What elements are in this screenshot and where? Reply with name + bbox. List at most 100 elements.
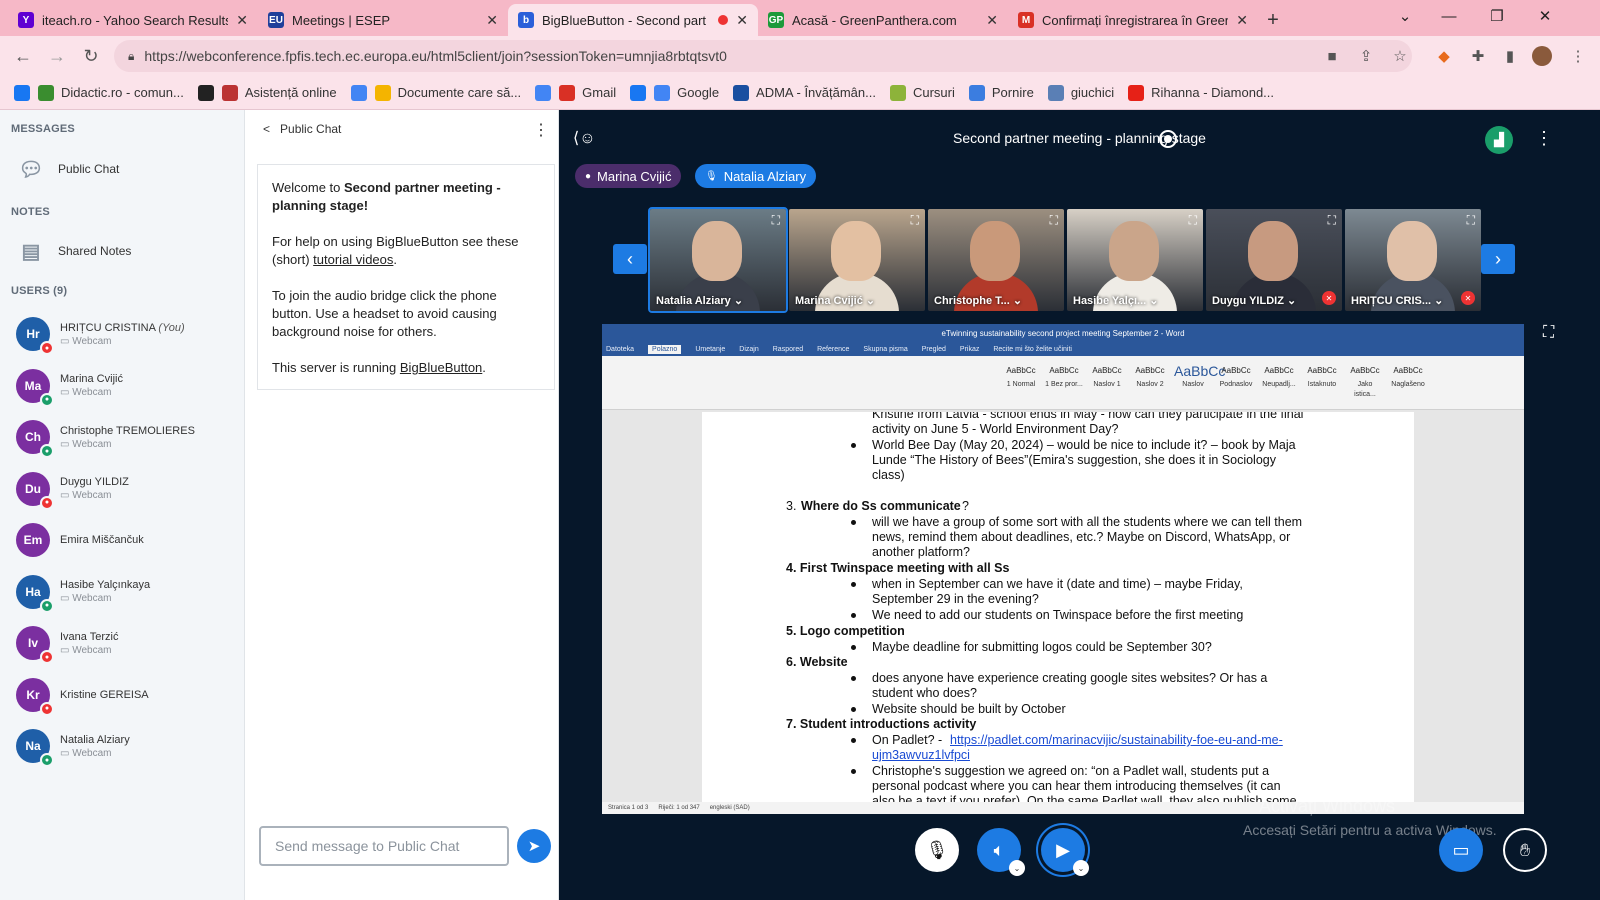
user-list-item[interactable]: Iv ● Ivana Terzić ▭ Webcam [16,621,241,665]
webcam-tile[interactable]: ⛶ Marina Cvijić ⌄ [789,209,925,311]
prev-cams-button[interactable]: ‹ [613,244,647,274]
tutorial-videos-link[interactable]: tutorial videos [313,252,393,267]
browser-tab[interactable]: EU Meetings | ESEP ✕ [258,4,508,36]
webcam-name-label[interactable]: Duygu YILDIZ ⌄ [1212,294,1296,307]
word-ribbon-tab: Raspored [772,345,804,353]
expand-icon[interactable]: ⛶ [1467,213,1475,228]
fullscreen-icon[interactable]: ⛶ [1543,324,1554,342]
bookmark-item[interactable]: giuchici [1047,84,1114,101]
browser-tab[interactable]: b BigBlueButton - Second part ✕ [508,4,758,36]
browser-tab[interactable]: M Confirmați înregistrarea în Green ✕ [1008,4,1258,36]
webcam-name-label[interactable]: Christophe T... ⌄ [934,294,1022,307]
webcam-tile[interactable]: ⛶ HRIȚCU CRIS... ⌄ ✕ [1345,209,1481,311]
document-link[interactable]: ujm3awvuz1lvfpci [872,748,970,763]
expand-icon[interactable]: ⛶ [1050,213,1058,228]
raise-hand-button[interactable]: ✋︎ [1503,828,1547,872]
chat-header[interactable]: < Public Chat [263,122,341,136]
user-list-item[interactable]: Kr ● Kristine GEREISA [16,673,241,717]
camera-in-use-icon[interactable]: ■ [1320,44,1344,68]
audio-button[interactable]: 🔈︎ ⌄ [977,828,1025,876]
tab-search-icon[interactable]: ⌄ [1382,0,1428,32]
webcam-tile[interactable]: ⛶ Hasibe Yalçı... ⌄ [1067,209,1203,311]
presentation-button[interactable]: ▭ [1439,828,1483,872]
bookmark-item[interactable] [197,84,214,101]
webcam-tile[interactable]: ⛶ Duygu YILDIZ ⌄ ✕ [1206,209,1342,311]
webcam-name-label[interactable]: Natalia Alziary ⌄ [656,294,743,307]
close-tab-icon[interactable]: ✕ [1236,12,1248,29]
user-name: Hasibe Yalçınkaya [60,579,151,591]
bookmark-item[interactable]: Pornire [968,84,1034,101]
bookmark-item[interactable] [535,84,552,101]
bookmark-item[interactable] [630,84,647,101]
expand-icon[interactable]: ⛶ [772,213,780,228]
bookmark-item[interactable]: Asistență online [221,84,337,101]
bookmark-item[interactable]: Rihanna - Diamond... [1128,84,1274,101]
user-list-item[interactable]: Ch ● Christophe TREMOLIERES ▭ Webcam [16,415,241,459]
video-button[interactable]: ▶︎ ⌄ [1041,828,1089,876]
chevron-down-icon[interactable]: ⌄ [1073,860,1089,876]
chat-options-icon[interactable]: ⋮ [533,120,549,140]
recording-dot-icon [718,15,729,25]
bookmark-item[interactable]: Gmail [559,84,617,101]
bookmark-label: Gmail [582,85,617,100]
close-tab-icon[interactable]: ✕ [236,12,248,29]
document-link[interactable]: https://padlet.com/marinacvijic/sustaina… [950,733,1283,748]
user-list-item[interactable]: Na ● Natalia Alziary ▭ Webcam [16,724,241,768]
bookmark-item[interactable]: Google [654,84,719,101]
forward-icon[interactable]: → [40,39,74,73]
bookmark-star-icon[interactable]: ☆ [1388,44,1412,68]
webcam-tile[interactable]: ⛶ Natalia Alziary ⌄ [648,207,788,313]
user-list-item[interactable]: Hr ● HRIȚCU CRISTINA (You) ▭ Webcam [16,312,241,356]
document-line: September 29 in the evening? [872,592,1039,606]
bookmark-item[interactable]: Documente care să... [374,84,521,101]
extensions-icon[interactable]: ✚ [1466,44,1490,68]
chevron-down-icon[interactable]: ⌄ [1009,860,1025,876]
bigbluebutton-link[interactable]: BigBlueButton [400,360,482,375]
user-list-item[interactable]: Ma ● Marina Cvijić ▭ Webcam [16,364,241,408]
bookmark-item[interactable]: Cursuri [889,84,955,101]
expand-icon[interactable]: ⛶ [1189,213,1197,228]
browser-tab[interactable]: Yiteach.ro - Yahoo Search Results ✕ [8,4,258,36]
talking-indicator[interactable]: ● Marina Cvijić [575,164,682,188]
side-panel-icon[interactable]: ▮ [1498,44,1522,68]
minimize-icon[interactable]: — [1426,0,1472,32]
bookmark-item[interactable] [350,84,367,101]
bookmark-item[interactable]: ADMA - Învățămân... [733,84,876,101]
user-list-item[interactable]: Em Emira Miščančuk [16,518,241,562]
chat-message-input[interactable]: Send message to Public Chat [259,826,509,866]
close-tab-icon[interactable]: ✕ [736,12,748,29]
browser-menu-icon[interactable]: ⋮ [1566,44,1590,68]
next-cams-button[interactable]: › [1481,244,1515,274]
webcam-name-label[interactable]: Hasibe Yalçı... ⌄ [1073,294,1158,307]
new-tab-button[interactable]: + [1258,4,1288,36]
close-window-icon[interactable]: ✕ [1522,0,1568,32]
talking-indicator[interactable]: 🎙︎ Natalia Alziary [695,164,817,188]
chevron-left-icon[interactable]: < [263,122,270,136]
expand-icon[interactable]: ⛶ [1328,213,1336,228]
user-list-item[interactable]: Du ● Duygu YILDIZ ▭ Webcam [16,467,241,511]
bookmark-item[interactable]: Didactic.ro - comun... [38,84,184,101]
webcam-tile[interactable]: ⛶ Christophe T... ⌄ [928,209,1064,311]
back-icon[interactable]: ← [6,39,40,73]
user-list-item[interactable]: Ha ● Hasibe Yalçınkaya ▭ Webcam [16,570,241,614]
webcam-name-label[interactable]: Marina Cvijić ⌄ [795,294,875,307]
expand-icon[interactable]: ⛶ [911,213,919,228]
address-bar[interactable]: 🔒︎ https://webconference.fpfis.tech.ec.e… [114,40,1412,72]
bookmark-item[interactable] [14,84,30,101]
public-chat-item[interactable]: 💬︎ Public Chat [18,156,119,182]
mute-microphone-button[interactable]: 🎙︎ [915,828,959,872]
reload-icon[interactable]: ↻ [74,39,108,73]
webcam-name-label[interactable]: HRIȚCU CRIS... ⌄ [1351,294,1443,307]
recording-indicator-icon[interactable] [1159,130,1177,148]
profile-avatar[interactable] [1530,44,1554,68]
restore-icon[interactable]: ❐ [1474,0,1520,32]
close-tab-icon[interactable]: ✕ [986,12,998,29]
options-menu-icon[interactable]: ⋮ [1535,128,1553,149]
shared-notes-item[interactable]: ▤ Shared Notes [18,238,132,264]
connection-status-icon[interactable]: ▟ [1485,126,1513,154]
share-icon[interactable]: ⇪ [1354,44,1378,68]
send-message-button[interactable]: ➤ [517,829,551,863]
browser-tab[interactable]: GP Acasă - GreenPanthera.com ✕ [758,4,1008,36]
brave-extension-icon[interactable]: ◆ [1432,44,1456,68]
close-tab-icon[interactable]: ✕ [486,12,498,29]
